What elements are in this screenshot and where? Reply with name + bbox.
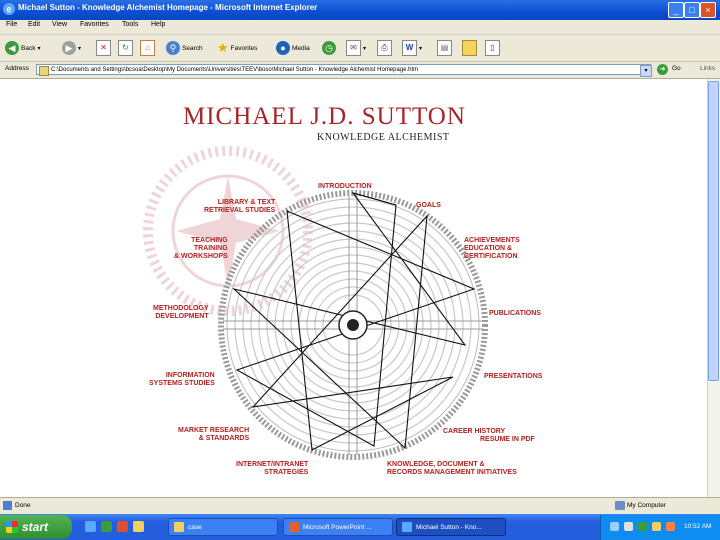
mail-icon: ✉ [346, 40, 361, 56]
research-icon: ▯ [485, 40, 500, 56]
security-zone: My Computer [627, 502, 667, 509]
nav-career-history[interactable]: CAREER HISTORY RESUME IN PDF [443, 428, 535, 444]
internet-explorer-icon [402, 522, 412, 532]
stop-icon: ✕ [96, 40, 111, 56]
quicklaunch-ie-icon[interactable] [85, 521, 96, 532]
home-icon: ⌂ [140, 40, 155, 56]
site-title: MICHAEL J.D. SUTTON [183, 103, 466, 130]
address-label: Address [5, 65, 29, 72]
nav-introduction[interactable]: INTRODUCTION [318, 183, 372, 191]
taskbar-item-ie[interactable]: Michael Sutton - Kno... [396, 518, 506, 536]
chevron-down-icon: ▾ [419, 45, 423, 52]
nav-market-research[interactable]: MARKET RESEARCH & STANDARDS [178, 427, 249, 443]
folder-icon [462, 40, 477, 56]
computer-icon [615, 501, 625, 510]
maximize-button[interactable]: □ [684, 2, 700, 18]
nav-knowledge-management[interactable]: KNOWLEDGE, DOCUMENT & RECORDS MANAGEMENT … [387, 461, 517, 477]
menu-tools[interactable]: Tools [122, 21, 138, 28]
start-label: start [22, 520, 49, 534]
back-arrow-icon: ◀ [5, 41, 19, 55]
discuss-button[interactable]: ▤ [437, 40, 452, 56]
chevron-down-icon: ▾ [37, 45, 41, 52]
word-icon: W [402, 40, 417, 56]
search-label: Search [182, 44, 203, 52]
go-button[interactable]: Go [672, 65, 681, 72]
back-button[interactable]: ◀ Back ▾ [5, 40, 40, 56]
tray-update-icon[interactable] [666, 522, 675, 531]
powerpoint-icon [289, 522, 299, 532]
internet-explorer-icon: e [3, 3, 15, 15]
menu-file[interactable]: File [6, 21, 17, 28]
nav-achievements[interactable]: ACHIEVEMENTS EDUCATION & CERTIFICATION [464, 237, 520, 261]
chevron-down-icon: ▾ [78, 45, 82, 52]
refresh-button[interactable]: ↻ [118, 40, 133, 56]
nav-methodology[interactable]: METHODOLOGY DEVELOPMENT [153, 305, 209, 321]
nav-teaching[interactable]: TEACHING TRAINING & WORKSHOPS [174, 237, 228, 261]
favorites-button[interactable]: ★ Favorites [217, 40, 257, 56]
links-button[interactable]: Links [700, 65, 715, 72]
clock[interactable]: 10:52 AM [684, 523, 711, 530]
tray-security-icon[interactable] [638, 522, 647, 531]
stop-button[interactable]: ✕ [96, 40, 111, 56]
taskbar-item-powerpoint[interactable]: Microsoft PowerPoint ... [283, 518, 393, 536]
tray-network-icon[interactable] [610, 522, 619, 531]
window-title: Michael Sutton - Knowledge Alchemist Hom… [18, 3, 318, 12]
media-button[interactable]: ● Media [276, 40, 310, 56]
history-button[interactable]: ◷ [322, 40, 336, 56]
forward-arrow-icon: ▶ [62, 41, 76, 55]
menu-edit[interactable]: Edit [28, 21, 40, 28]
menu-favorites[interactable]: Favorites [80, 21, 109, 28]
nav-internet-strategies[interactable]: INTERNET/INTRANET STRATEGIES [236, 461, 308, 477]
print-button[interactable]: ⎙ [377, 40, 392, 56]
hub-center [347, 319, 359, 331]
nav-presentations[interactable]: PRESENTATIONS [484, 373, 542, 381]
minimize-button[interactable]: _ [668, 2, 684, 18]
search-button[interactable]: ⚲ Search [166, 40, 203, 56]
quicklaunch-desktop-icon[interactable] [101, 521, 112, 532]
history-icon: ◷ [322, 41, 336, 55]
tray-app-icon[interactable] [652, 522, 661, 531]
back-label: Back [21, 44, 36, 52]
close-button[interactable]: × [700, 2, 716, 18]
mail-button[interactable]: ✉ ▾ [346, 40, 366, 56]
nav-publications[interactable]: PUBLICATIONS [489, 310, 541, 318]
chevron-down-icon: ▾ [363, 45, 367, 52]
scrollbar-thumb[interactable] [708, 81, 719, 381]
home-button[interactable]: ⌂ [140, 40, 155, 56]
forward-button[interactable]: ▶ ▾ [62, 40, 81, 56]
address-dropdown[interactable]: ▾ [640, 65, 652, 77]
favorites-label: Favorites [230, 44, 258, 52]
nav-information-systems[interactable]: INFORMATION SYSTEMS STUDIES [149, 372, 215, 388]
start-button[interactable]: start [0, 515, 72, 539]
refresh-icon: ↻ [118, 40, 133, 56]
status-text: Done [15, 502, 31, 509]
menu-view[interactable]: View [52, 21, 67, 28]
nav-goals[interactable]: GOALS [416, 202, 441, 210]
quicklaunch-app-icon[interactable] [133, 521, 144, 532]
menu-help[interactable]: Help [151, 21, 165, 28]
nav-library[interactable]: LIBRARY & TEXT RETRIEVAL STUDIES [204, 199, 275, 215]
discuss-icon: ▤ [437, 40, 452, 56]
star-icon: ★ [217, 40, 229, 55]
site-subtitle: KNOWLEDGE ALCHEMIST [317, 132, 450, 143]
messenger-button[interactable] [462, 40, 477, 56]
search-icon: ⚲ [166, 41, 180, 55]
print-icon: ⎙ [377, 40, 392, 56]
status-bar [0, 497, 720, 514]
quicklaunch-media-icon[interactable] [117, 521, 128, 532]
media-icon: ● [276, 41, 290, 55]
page-done-icon [3, 501, 12, 510]
address-input[interactable]: C:\Documents and Settings\bcsoa\Desktop\… [36, 64, 651, 75]
research-button[interactable]: ▯ [485, 40, 500, 56]
edit-button[interactable]: W ▾ [402, 40, 422, 56]
folder-icon [174, 522, 184, 532]
go-arrow-icon[interactable]: ➜ [657, 64, 668, 75]
windows-logo-icon [6, 521, 18, 533]
tray-volume-icon[interactable] [624, 522, 633, 531]
page-icon [39, 66, 49, 76]
taskbar-item-case[interactable]: case [168, 518, 278, 536]
media-label: Media [292, 44, 310, 52]
